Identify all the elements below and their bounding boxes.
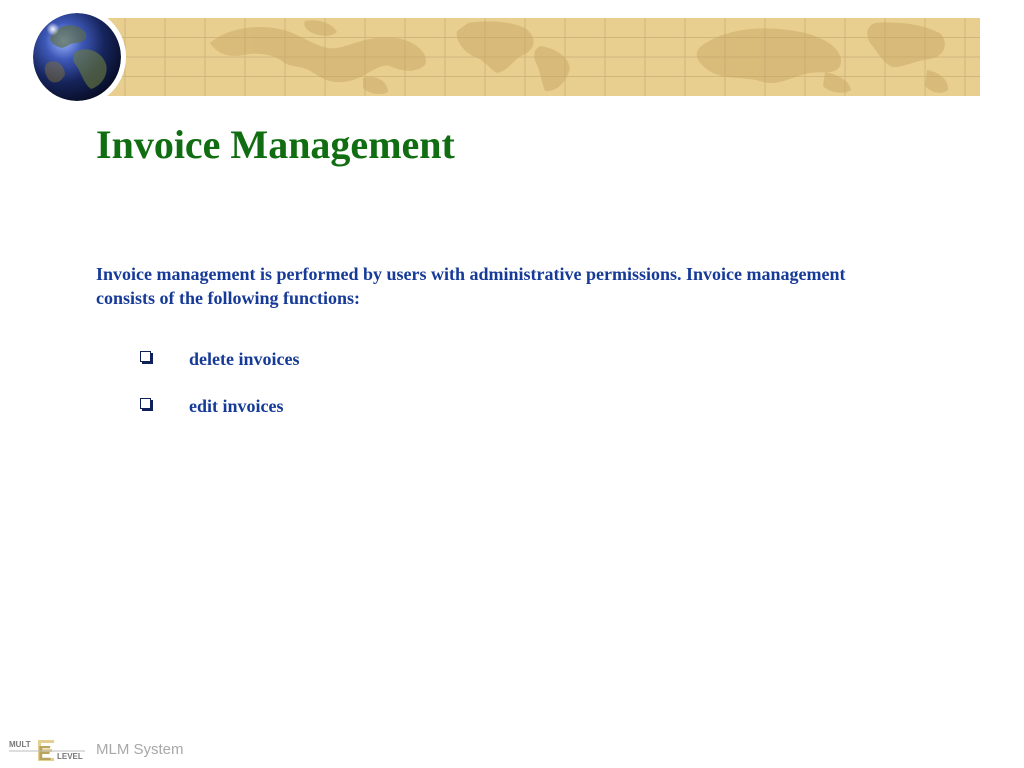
multilevel-logo: MULT E LEVEL [8, 737, 88, 765]
list-item-label: edit invoices [189, 396, 284, 416]
square-bullet-icon [140, 398, 151, 409]
list-item-label: delete invoices [189, 349, 300, 369]
world-map-banner [85, 18, 980, 96]
footer-system-name: MLM System [96, 741, 184, 758]
logo-bottom-text: LEVEL [57, 752, 83, 761]
globe-icon [33, 13, 121, 101]
world-map-graphic [85, 18, 980, 96]
slide-title: Invoice Management [96, 122, 455, 167]
logo-top-text: MULT [9, 740, 31, 749]
intro-paragraph: Invoice management is performed by users… [96, 264, 846, 308]
square-bullet-icon [140, 351, 151, 362]
logo-letter: E [38, 743, 51, 763]
